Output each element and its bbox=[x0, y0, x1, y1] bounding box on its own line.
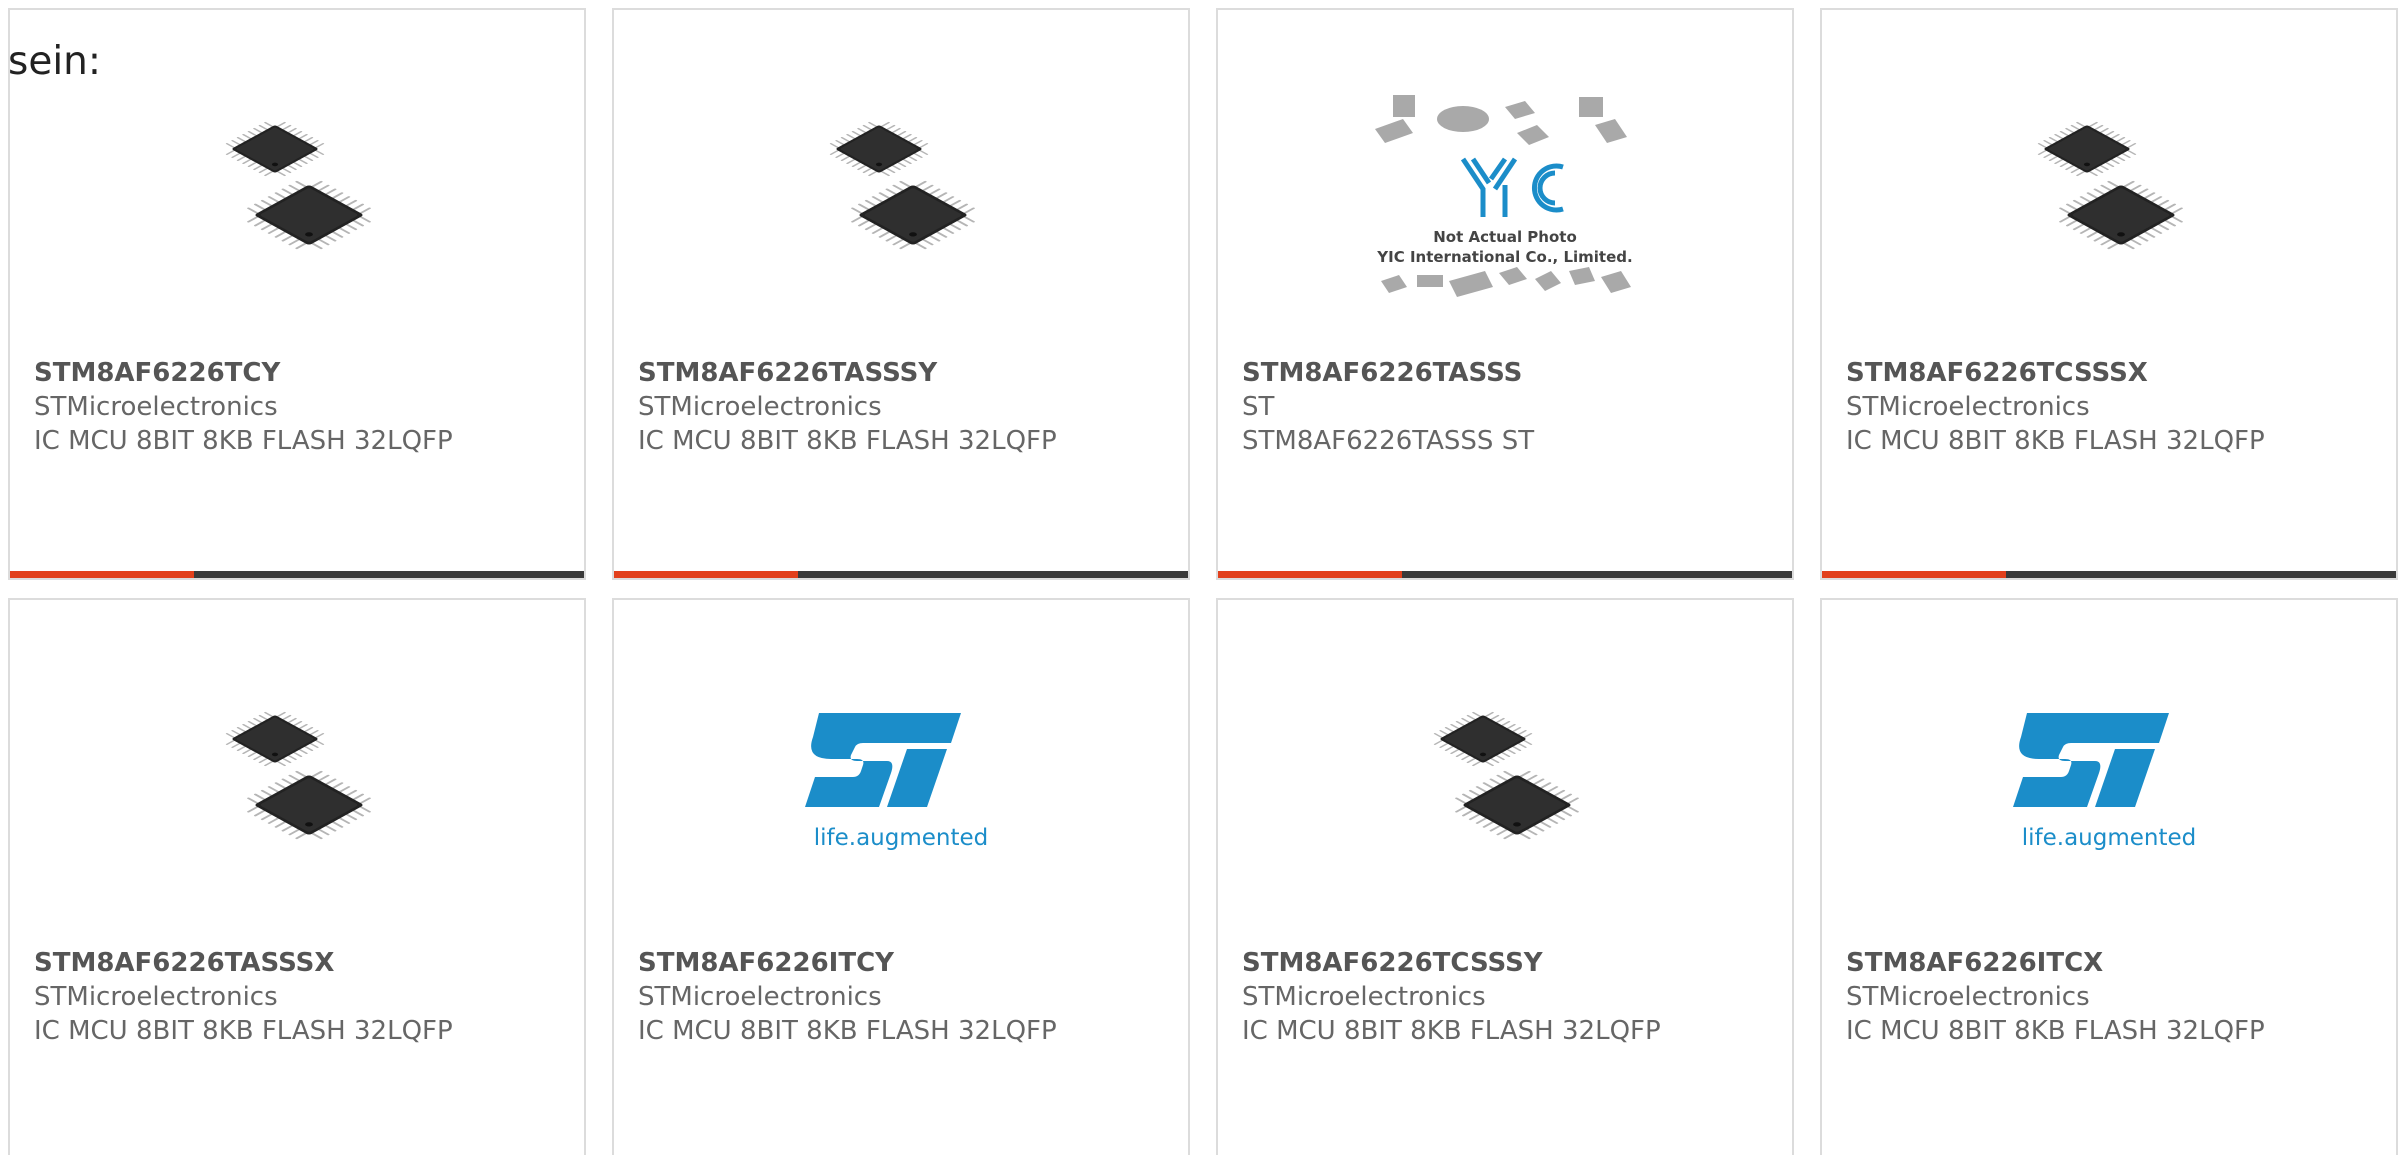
part-number-link[interactable]: STM8AF6226TASSSY bbox=[638, 356, 1178, 390]
manufacturer: STMicroelectronics bbox=[1846, 392, 2090, 422]
product-card[interactable]: STM8AF6226TASSSY STMicroelectronics IC M… bbox=[612, 8, 1190, 580]
card-accent-fill bbox=[1218, 571, 1402, 578]
product-image[interactable] bbox=[10, 82, 584, 292]
description: IC MCU 8BIT 8KB FLASH 32LQFP bbox=[34, 426, 453, 456]
card-accent-fill bbox=[614, 571, 798, 578]
lqfp-chip-icon bbox=[2037, 121, 2183, 250]
product-image[interactable] bbox=[10, 672, 584, 882]
product-grid-page: sein: STM8AF6226TCY STMicroelectronics I… bbox=[0, 0, 2400, 1155]
card-accent-fill bbox=[10, 571, 194, 578]
product-image[interactable]: life.augmented bbox=[1822, 672, 2396, 882]
product-image[interactable] bbox=[1822, 82, 2396, 292]
part-number-link[interactable]: STM8AF6226TCSSSX bbox=[1846, 356, 2386, 390]
description: IC MCU 8BIT 8KB FLASH 32LQFP bbox=[1846, 426, 2265, 456]
description: IC MCU 8BIT 8KB FLASH 32LQFP bbox=[638, 1016, 1057, 1046]
description: IC MCU 8BIT 8KB FLASH 32LQFP bbox=[34, 1016, 453, 1046]
lqfp-chip-icon bbox=[225, 121, 371, 250]
description: STM8AF6226TASSS ST bbox=[1242, 426, 1535, 456]
intro-text: sein: bbox=[8, 39, 102, 84]
card-accent-bar bbox=[1822, 571, 2396, 578]
yic-caption-line-1: Not Actual Photo bbox=[1433, 228, 1577, 246]
product-image[interactable] bbox=[614, 82, 1188, 292]
yic-placeholder-icon: Not Actual Photo YIC International Co., … bbox=[1375, 95, 1633, 297]
product-image[interactable]: Not Actual Photo YIC International Co., … bbox=[1218, 82, 1792, 297]
yic-caption-line-2: YIC International Co., Limited. bbox=[1376, 248, 1632, 266]
description: IC MCU 8BIT 8KB FLASH 32LQFP bbox=[638, 426, 1057, 456]
part-number-link[interactable]: STM8AF6226ITCX bbox=[1846, 946, 2386, 980]
product-image[interactable] bbox=[1218, 672, 1792, 882]
manufacturer: STMicroelectronics bbox=[34, 982, 278, 1012]
manufacturer: STMicroelectronics bbox=[34, 392, 278, 422]
card-accent-fill bbox=[1822, 571, 2006, 578]
product-card[interactable]: life.augmented STM8AF6226ITCY STMicroele… bbox=[612, 598, 1190, 1155]
lqfp-chip-icon bbox=[1433, 711, 1579, 840]
product-image[interactable]: life.augmented bbox=[614, 672, 1188, 882]
card-accent-bar bbox=[614, 571, 1188, 578]
manufacturer: STMicroelectronics bbox=[1242, 982, 1486, 1012]
card-accent-bar bbox=[1218, 571, 1792, 578]
part-number-link[interactable]: STM8AF6226ITCY bbox=[638, 946, 1178, 980]
st-logo-tagline: life.augmented bbox=[2022, 825, 2197, 851]
product-card[interactable]: STM8AF6226TCSSSX STMicroelectronics IC M… bbox=[1820, 8, 2398, 580]
product-card[interactable]: STM8AF6226TCSSSY STMicroelectronics IC M… bbox=[1216, 598, 1794, 1155]
part-number-link[interactable]: STM8AF6226TCSSSY bbox=[1242, 946, 1782, 980]
part-number-link[interactable]: STM8AF6226TASSS bbox=[1242, 356, 1782, 390]
product-card[interactable]: Not Actual Photo YIC International Co., … bbox=[1216, 8, 1794, 580]
part-number-link[interactable]: STM8AF6226TCY bbox=[34, 356, 574, 390]
manufacturer: STMicroelectronics bbox=[638, 982, 882, 1012]
lqfp-chip-icon bbox=[225, 711, 371, 840]
manufacturer: ST bbox=[1242, 392, 1275, 422]
part-number-link[interactable]: STM8AF6226TASSSX bbox=[34, 946, 574, 980]
product-card[interactable]: life.augmented STM8AF6226ITCX STMicroele… bbox=[1820, 598, 2398, 1155]
st-logo-tagline: life.augmented bbox=[814, 825, 989, 851]
st-logo-icon: life.augmented bbox=[805, 713, 989, 851]
lqfp-chip-icon bbox=[829, 121, 975, 250]
description: IC MCU 8BIT 8KB FLASH 32LQFP bbox=[1242, 1016, 1661, 1046]
manufacturer: STMicroelectronics bbox=[1846, 982, 2090, 1012]
card-accent-bar bbox=[10, 571, 584, 578]
manufacturer: STMicroelectronics bbox=[638, 392, 882, 422]
product-card[interactable]: STM8AF6226TASSSX STMicroelectronics IC M… bbox=[8, 598, 586, 1155]
description: IC MCU 8BIT 8KB FLASH 32LQFP bbox=[1846, 1016, 2265, 1046]
st-logo-icon: life.augmented bbox=[2013, 713, 2197, 851]
product-card[interactable]: STM8AF6226TCY STMicroelectronics IC MCU … bbox=[8, 8, 586, 580]
